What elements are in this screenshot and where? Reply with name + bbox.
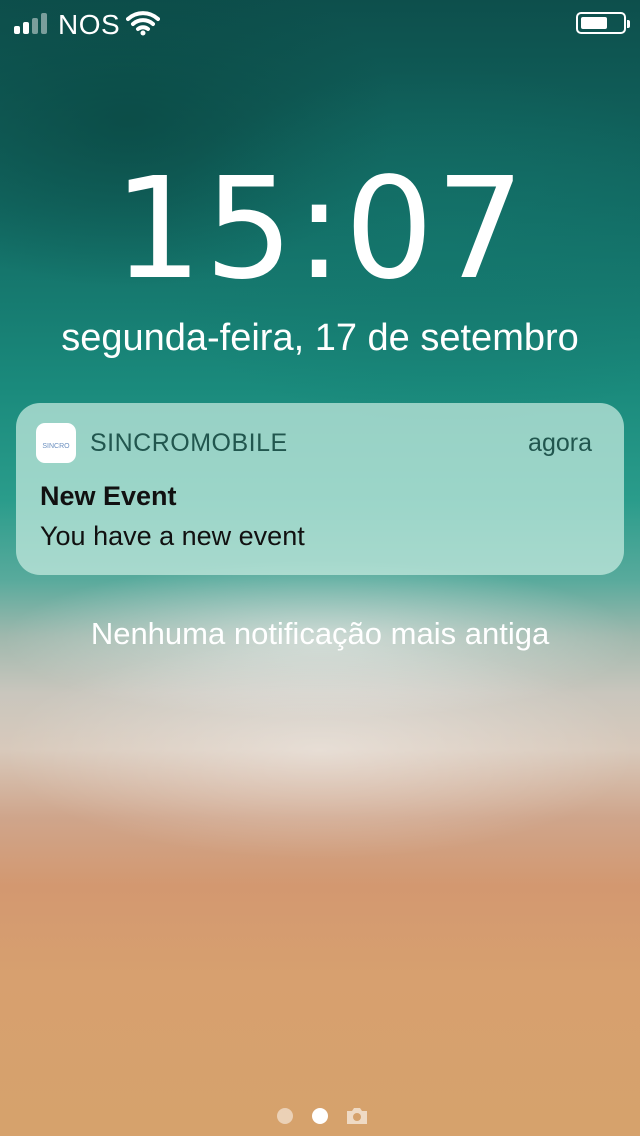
notification-card[interactable]: SINCRO SINCROMOBILE agora New Event You … <box>16 403 624 575</box>
page-dot-active <box>312 1108 328 1124</box>
notification-body: You have a new event <box>40 521 305 551</box>
lock-screen-date: segunda-feira, 17 de setembro <box>61 317 579 359</box>
battery-icon <box>576 12 630 34</box>
carrier-name: NOS <box>58 9 121 40</box>
wallpaper-foam <box>0 640 640 860</box>
sincro-app-icon: SINCRO <box>36 423 76 463</box>
wifi-icon <box>126 11 160 36</box>
lock-screen-time: 15:07 <box>113 148 527 311</box>
status-bar: NOS <box>0 0 640 48</box>
page-indicator <box>0 1104 640 1128</box>
notification-time: agora <box>528 429 592 457</box>
notification-title: New Event <box>40 481 177 511</box>
app-icon-label: SINCRO <box>42 442 70 450</box>
notification-app-name: SINCROMOBILE <box>90 429 288 457</box>
page-dot-inactive <box>277 1108 293 1124</box>
signal-strength-icon <box>14 13 47 34</box>
camera-icon[interactable] <box>345 1106 369 1126</box>
no-older-notifications-label: Nenhuma notificação mais antiga <box>90 616 550 651</box>
